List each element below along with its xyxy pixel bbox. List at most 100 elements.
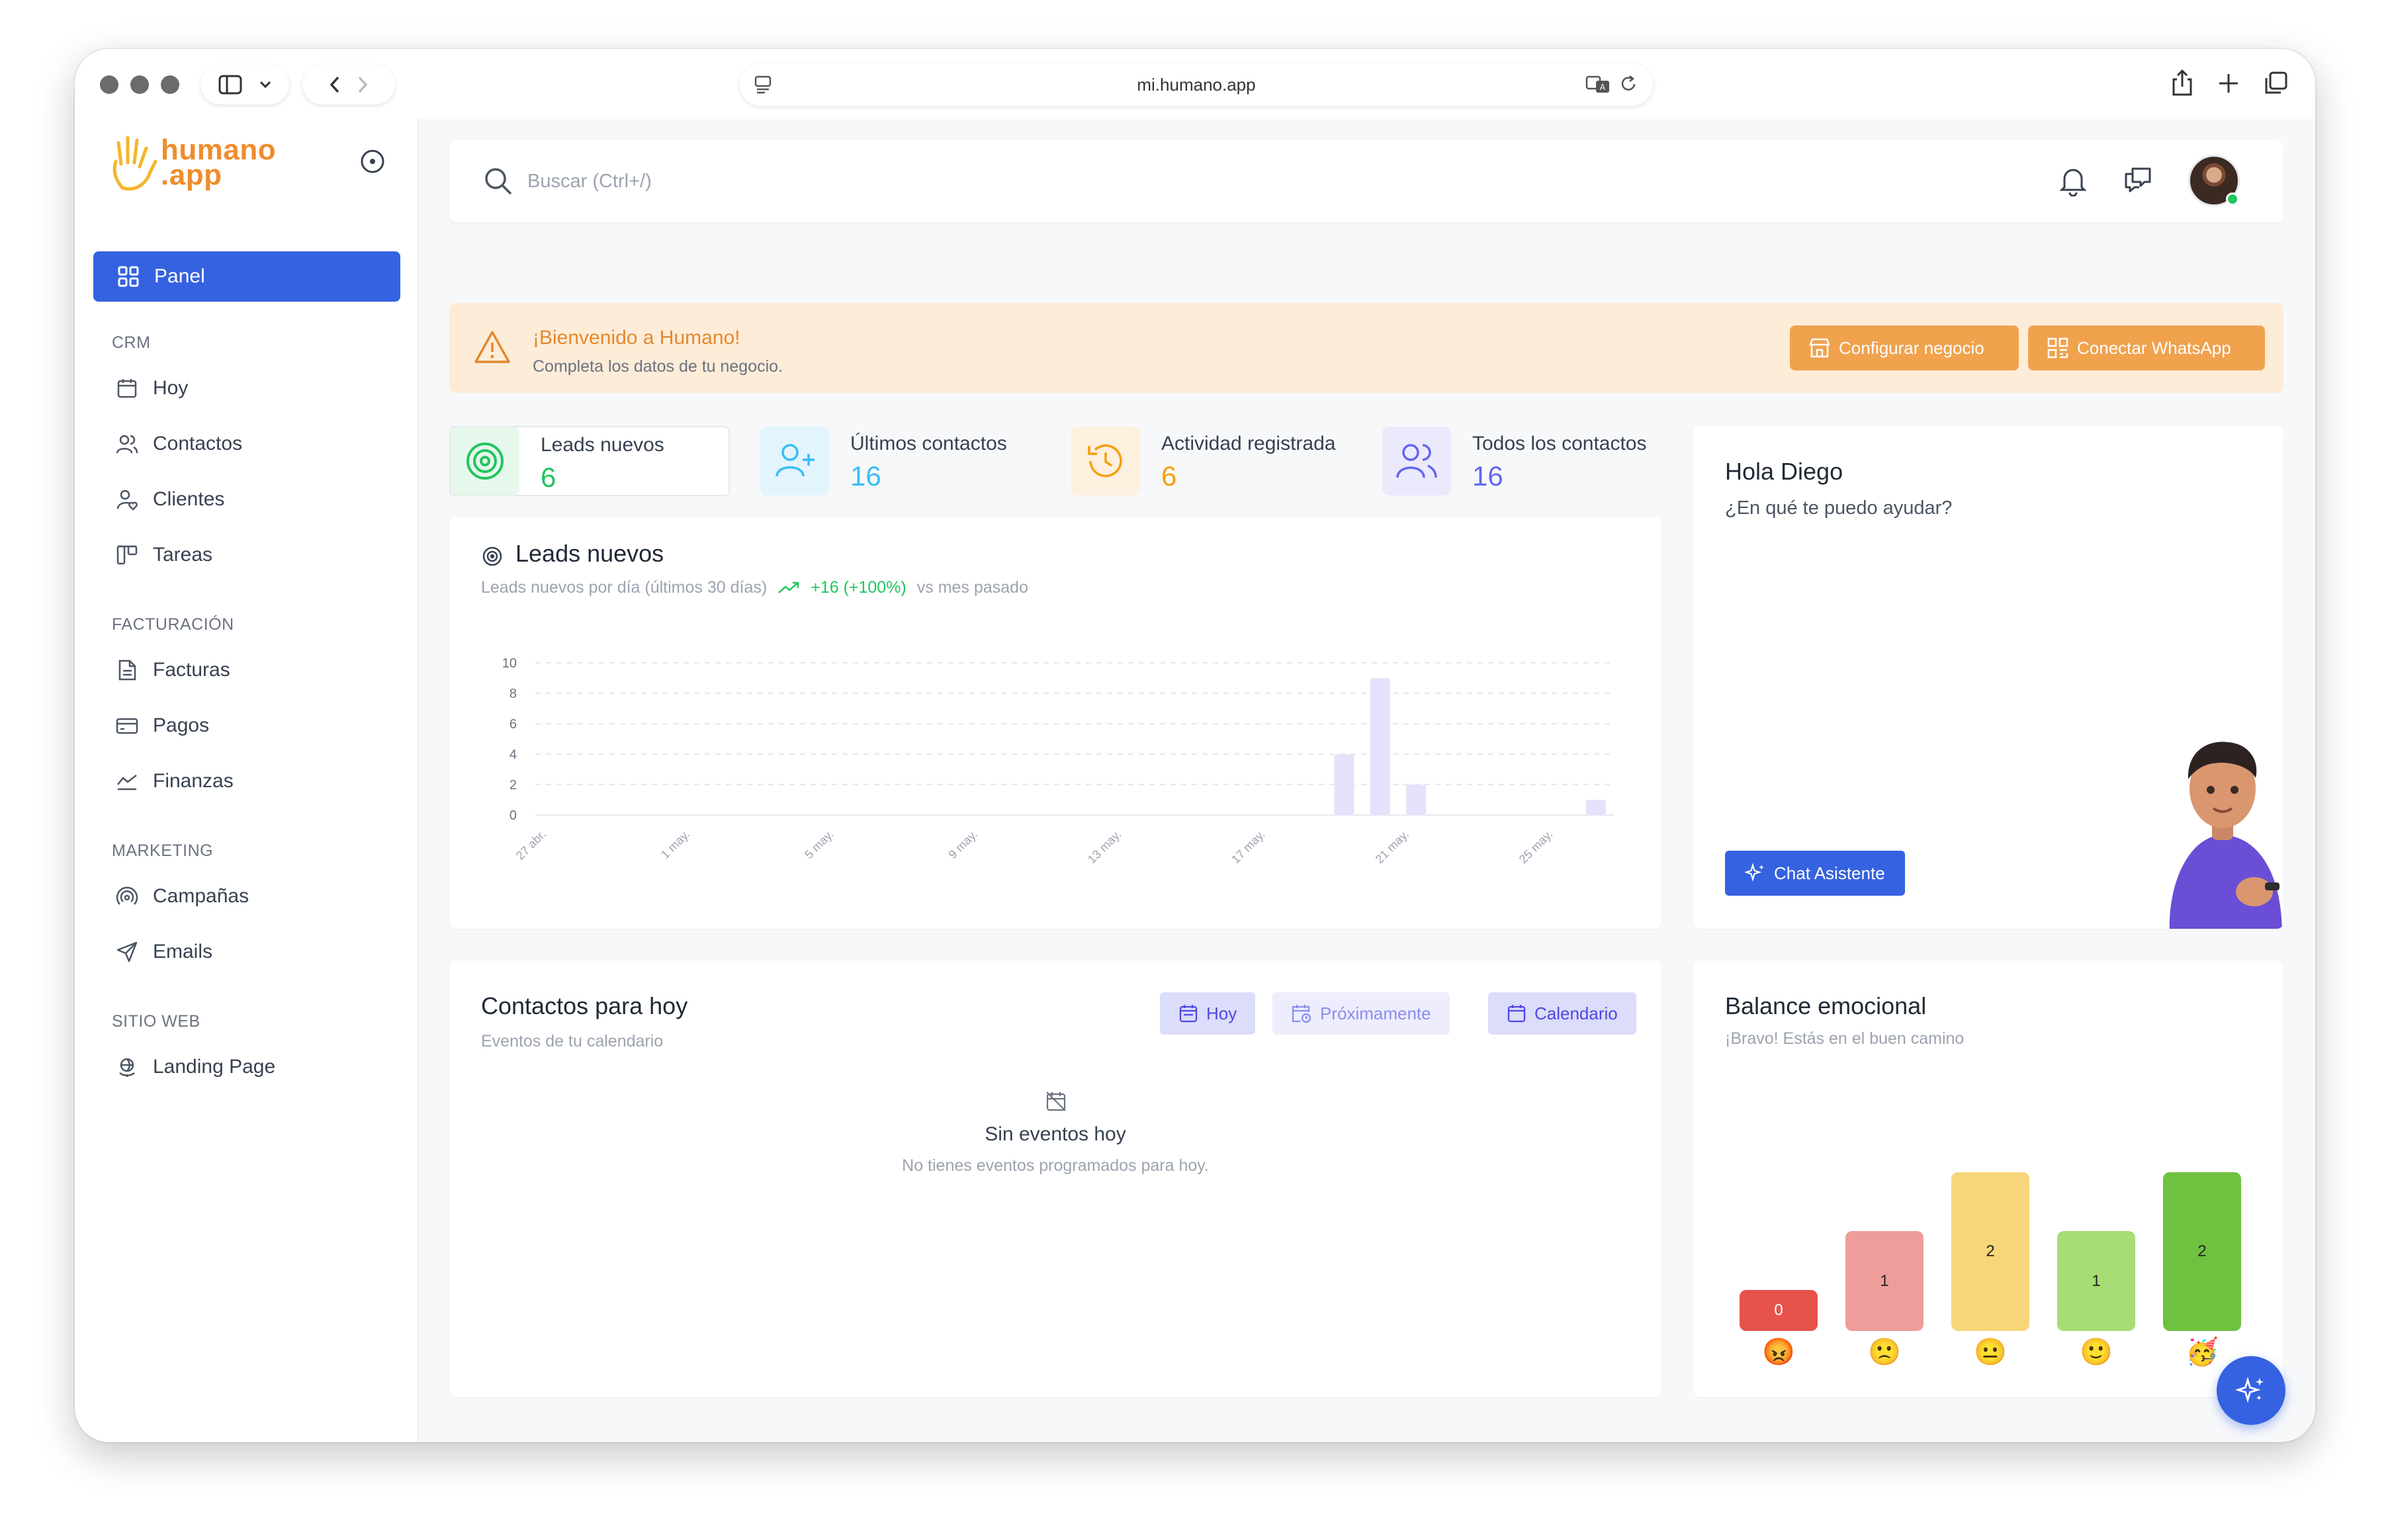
- history-icon: [1071, 427, 1140, 495]
- connect-whatsapp-button[interactable]: Conectar WhatsApp: [2028, 325, 2265, 370]
- y-tick-label: 0: [509, 808, 517, 823]
- y-tick-label: 8: [509, 687, 517, 701]
- chart-bar[interactable]: [1585, 800, 1606, 815]
- bell-icon[interactable]: [2058, 165, 2088, 196]
- share-icon[interactable]: [2171, 69, 2193, 97]
- sidebar-item-finanzas[interactable]: Finanzas: [116, 770, 234, 792]
- history-nav-group: [302, 65, 395, 105]
- tab-hoy[interactable]: Hoy: [1160, 992, 1256, 1035]
- contacts-today-card: Contactos para hoy Eventos de tu calenda…: [449, 961, 1661, 1397]
- stat-value: 6: [1161, 460, 1177, 492]
- stat-value: 16: [850, 460, 881, 492]
- banner-subtitle: Completa los datos de tu negocio.: [533, 357, 783, 376]
- tab-label: Calendario: [1534, 1003, 1618, 1023]
- leads-bar-chart: 0 2 4 6 8 10 27 abr. 1 may. 5 may. 9 may. 13 may. 1…: [502, 656, 1614, 866]
- empty-state-title: Sin eventos hoy: [985, 1123, 1126, 1145]
- chat-icon[interactable]: [2122, 165, 2154, 196]
- sidebar-item-contactos[interactable]: Contactos: [116, 433, 242, 455]
- address-bar[interactable]: mi.humano.app A: [740, 64, 1653, 106]
- x-tick-label: 13 may.: [1085, 828, 1124, 866]
- emotion-bar[interactable]: 2: [2163, 1172, 2241, 1331]
- search-icon: [485, 168, 512, 195]
- minimize-window-button[interactable]: [130, 75, 149, 94]
- forward-arrow-icon[interactable]: [357, 75, 368, 94]
- calendar-clock-icon: [1292, 1005, 1311, 1023]
- chart-bar[interactable]: [1334, 754, 1354, 815]
- emotion-emoji-icon: 🙂: [2080, 1338, 2113, 1367]
- sidebar-item-hoy[interactable]: Hoy: [116, 377, 188, 400]
- main-content: Buscar (Ctrl+/) ¡Bienvenido a Humano! Co…: [419, 119, 2315, 1442]
- empty-state-text: No tienes eventos programados para hoy.: [902, 1156, 1209, 1175]
- emotion-bar[interactable]: 1: [1845, 1231, 1924, 1331]
- sidebar-item-label: Hoy: [153, 377, 189, 399]
- sidebar-item-clientes[interactable]: Clientes: [116, 488, 224, 511]
- chart-bar[interactable]: [1406, 785, 1427, 815]
- emotion-bar[interactable]: 1: [2057, 1231, 2135, 1331]
- credit-card-icon: [116, 718, 138, 734]
- close-window-button[interactable]: [100, 75, 118, 94]
- sidebar-item-campanas[interactable]: Campañas: [116, 885, 249, 908]
- sidebar-item-label: Panel: [154, 265, 205, 287]
- card-title: Balance emocional: [1725, 992, 1927, 1019]
- x-tick-label: 21 may.: [1373, 828, 1411, 866]
- stat-ultimos-contactos[interactable]: Últimos contactos 16: [760, 426, 1038, 496]
- tab-overview-icon[interactable]: [2264, 69, 2289, 97]
- user-avatar[interactable]: [2188, 155, 2240, 206]
- stat-label: Todos los contactos: [1472, 433, 1647, 454]
- assistant-greeting: Hola Diego: [1725, 458, 1843, 485]
- assistant-card: Hola Diego ¿En qué te puedo ayudar? Chat…: [1693, 426, 2283, 929]
- card-subtitle: Leads nuevos por día (últimos 30 días): [481, 578, 768, 597]
- stat-leads-nuevos[interactable]: Leads nuevos 6: [449, 426, 730, 496]
- target-icon: [482, 546, 502, 566]
- sidebar-item-label: Campañas: [153, 885, 249, 907]
- card-subtitle: Eventos de tu calendario: [481, 1032, 664, 1050]
- users-icon: [116, 435, 138, 454]
- translate-icon[interactable]: A: [1585, 74, 1612, 94]
- zoom-window-button[interactable]: [161, 75, 179, 94]
- qr-code-icon: [2047, 337, 2068, 359]
- user-heart-icon: [116, 490, 138, 511]
- ai-assistant-fab[interactable]: [2217, 1356, 2285, 1425]
- sidebar-item-pagos[interactable]: Pagos: [116, 714, 209, 737]
- sidebar-item-label: Facturas: [153, 659, 230, 681]
- back-arrow-icon[interactable]: [330, 75, 340, 94]
- browser-window: mi.humano.app A humano .app Panel CRM Ho…: [75, 49, 2315, 1442]
- emotion-bar[interactable]: 0: [1740, 1290, 1818, 1331]
- sparkles-icon: [2236, 1377, 2264, 1403]
- tab-calendario[interactable]: Calendario: [1488, 992, 1636, 1035]
- tab-proximamente[interactable]: Próximamente: [1272, 992, 1450, 1035]
- welcome-banner: ¡Bienvenido a Humano! Completa los datos…: [449, 303, 2283, 393]
- sparkles-icon: [1745, 863, 1764, 882]
- reload-icon[interactable]: [1618, 74, 1638, 94]
- sidebar-item-facturas[interactable]: Facturas: [116, 659, 230, 681]
- emotion-emoji-icon: 😡: [1762, 1338, 1795, 1367]
- y-tick-label: 10: [502, 656, 517, 671]
- assistant-question: ¿En qué te puedo ayudar?: [1725, 497, 1953, 519]
- sidebar-item-tareas[interactable]: Tareas: [116, 544, 212, 566]
- sidebar-item-emails[interactable]: Emails: [116, 941, 212, 963]
- chart-line-icon: [117, 775, 137, 791]
- sidebar-item-label: Pagos: [153, 714, 210, 736]
- stat-todos-los-contactos[interactable]: Todos los contactos 16: [1382, 426, 1660, 496]
- chart-bar[interactable]: [1370, 678, 1390, 815]
- assistant-avatar-illustration: [2169, 742, 2282, 929]
- humano-logo[interactable]: humano .app: [109, 132, 276, 193]
- sidebar-item-label: Clientes: [153, 488, 225, 510]
- search-input[interactable]: Buscar (Ctrl+/): [527, 171, 652, 192]
- new-tab-icon[interactable]: [2217, 69, 2240, 97]
- emotion-bar[interactable]: 2: [1951, 1172, 2029, 1331]
- x-tick-label: 1 may.: [658, 828, 692, 861]
- configure-business-button[interactable]: Configurar negocio: [1790, 325, 2019, 370]
- y-tick-label: 2: [509, 778, 517, 792]
- hand-logo-icon: [112, 136, 157, 191]
- user-plus-icon: [760, 427, 829, 495]
- sidebar-item-landing-page[interactable]: Landing Page: [116, 1056, 275, 1078]
- collapse-sidebar-icon[interactable]: [359, 148, 386, 175]
- chat-assistant-button[interactable]: Chat Asistente: [1725, 851, 1905, 896]
- sidebar-item-panel[interactable]: Panel: [93, 251, 400, 302]
- leads-chart-card: Leads nuevos Leads nuevos por día (últim…: [449, 517, 1661, 929]
- sidebar-toggle-button[interactable]: [200, 65, 289, 105]
- stat-value: 16: [1472, 460, 1503, 492]
- page-menu-icon[interactable]: [754, 75, 772, 94]
- stat-actividad-registrada[interactable]: Actividad registrada 6: [1071, 426, 1349, 496]
